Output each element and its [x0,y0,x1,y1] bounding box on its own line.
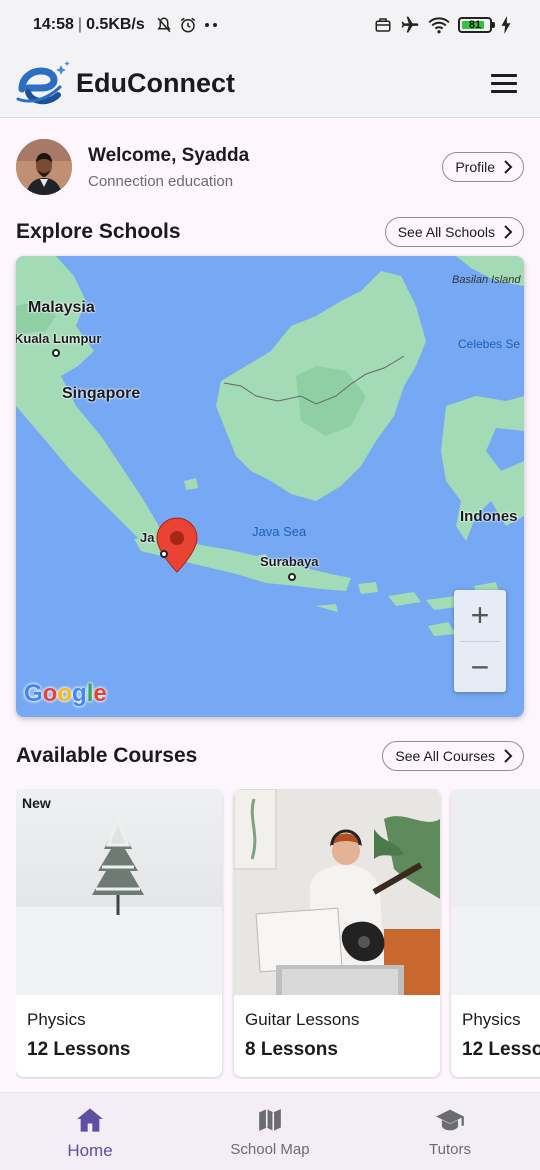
battery-icon: 81 [458,17,495,33]
nav-item-home[interactable]: Home [0,1093,180,1170]
profile-button-label: Profile [455,159,495,175]
map-label-celebes: Celebes Se [458,337,521,351]
map-land [16,256,524,636]
see-all-courses-button[interactable]: See All Courses [382,741,524,771]
charging-icon [501,16,511,34]
map-label-indonesia: Indones [460,508,518,525]
app-bar: EduConnect [0,50,540,118]
welcome-section: Welcome, Syadda Connection education Pro… [16,138,524,196]
battery-level: 81 [468,19,482,31]
map-label-singapore: Singapore [62,385,141,402]
zoom-in-button[interactable]: + [454,590,506,641]
city-dot-kuala-lumpur [52,349,60,357]
profile-button[interactable]: Profile [442,152,524,182]
chevron-right-icon [504,160,513,174]
see-all-schools-button[interactable]: See All Schools [384,217,524,247]
status-time: 14:58 [33,16,74,33]
explore-schools-title: Explore Schools [16,220,181,243]
course-card[interactable]: Physics 12 Lessons [451,789,540,1077]
menu-line [491,74,517,77]
nav-item-school-map[interactable]: School Map [180,1093,360,1170]
wifi-icon [428,17,450,34]
course-image-guitar [234,789,440,995]
avatar[interactable] [16,139,72,195]
educonnect-logo [14,59,70,109]
storage-icon [375,18,391,32]
status-net-speed: 0.5KB/s [86,16,145,33]
bottom-navigation: Home School Map Tutors [0,1092,540,1170]
map-label-malaysia: Malaysia [28,299,95,316]
city-dot-jakarta [160,550,168,558]
google-attribution-logo: Google [24,680,107,707]
nav-label-home: Home [67,1141,113,1160]
status-left: 14:58 | 0.5KB/s [33,16,219,34]
available-courses-title: Available Courses [16,744,198,767]
course-name: Guitar Lessons [245,1010,360,1029]
nav-label-school-map: School Map [230,1141,310,1158]
map-label-java-sea: Java Sea [252,524,307,539]
map-label-basilan: Basilan Island [452,274,521,286]
status-right: 81 [374,15,512,35]
course-badge: New [22,795,51,811]
course-card[interactable]: New Physics 12 Lessons [16,789,222,1077]
course-name: Physics [27,1010,86,1029]
map-zoom-control: + − [454,590,506,692]
course-lessons: 8 Lessons [245,1039,338,1060]
menu-line [491,90,517,93]
course-name: Physics [462,1010,521,1029]
more-dots-icon [204,23,217,27]
city-dot-surabaya [288,573,296,581]
map-label-surabaya: Surabaya [260,554,319,569]
mute-bell-icon [157,17,171,33]
chevron-right-icon [504,225,513,239]
nav-item-tutors[interactable]: Tutors [360,1093,540,1170]
status-separator: | [77,16,83,33]
see-all-schools-label: See All Schools [397,224,495,240]
course-image-snow-tree: New [16,789,222,995]
see-all-courses-label: See All Courses [395,748,495,764]
explore-schools-header: Explore Schools See All Schools [16,216,524,248]
school-map[interactable]: Malaysia Kuala Lumpur Singapore Java Sea… [16,256,524,717]
course-lessons: 12 Lessons [462,1039,540,1060]
course-lessons: 12 Lessons [27,1039,131,1060]
menu-line [491,82,517,85]
graduation-cap-icon [435,1105,465,1135]
alarm-icon [180,17,195,33]
welcome-text: Welcome, Syadda Connection education [88,145,249,190]
course-card[interactable]: Guitar Lessons 8 Lessons [234,789,440,1077]
nav-label-tutors: Tutors [429,1141,471,1158]
courses-carousel[interactable]: New Physics 12 Lessons Guitar Lessons 8 … [16,789,540,1079]
hamburger-menu-icon[interactable] [484,64,524,104]
welcome-subtitle: Connection education [88,172,234,190]
map-icon [255,1105,285,1135]
welcome-title: Welcome, Syadda [88,144,250,166]
course-image-snow-tree [451,789,540,995]
available-courses-header: Available Courses See All Courses [16,740,524,772]
zoom-out-button[interactable]: − [454,642,506,693]
map-label-kuala-lumpur: Kuala Lumpur [16,331,102,346]
status-icons-left [155,16,219,34]
chevron-right-icon [504,749,513,763]
airplane-icon [401,16,419,33]
app-title: EduConnect [76,68,235,98]
home-icon [75,1105,105,1135]
status-bar: 14:58 | 0.5KB/s 81 [0,0,540,50]
map-label-jakarta: Ja [140,530,155,545]
